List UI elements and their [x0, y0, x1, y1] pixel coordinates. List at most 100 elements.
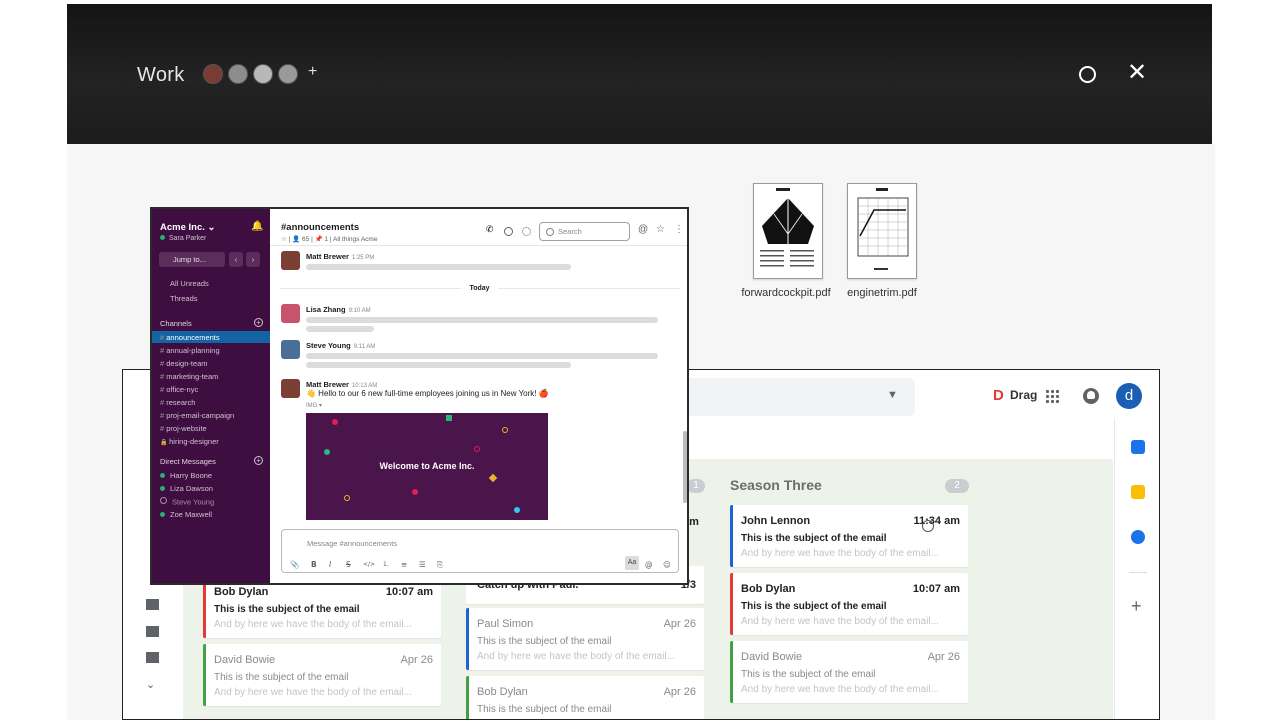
email-card[interactable]: David Bowie Apr 26 This is the subject of … [730, 641, 968, 703]
channels-section-title[interactable]: Channels [160, 319, 192, 328]
user-avatar[interactable]: d [1116, 383, 1142, 409]
bell-icon[interactable]: 🔔 [251, 221, 263, 232]
channel-title[interactable]: #announcements [281, 222, 359, 233]
mention-button[interactable]: @ [645, 560, 653, 569]
info-icon[interactable] [504, 227, 513, 236]
message-author[interactable]: Matt Brewer 10:13 AM [306, 380, 377, 389]
back-arrow-icon[interactable]: ‹ [229, 252, 243, 267]
sidebar-item-channel[interactable]: annual-planning [160, 346, 219, 355]
divider [270, 245, 687, 246]
sidebar-item-channel[interactable]: proj-email-campaign [160, 411, 234, 420]
bold-button[interactable]: B [311, 560, 317, 569]
italic-button[interactable]: I [329, 560, 331, 569]
close-icon[interactable]: ✕ [1127, 60, 1147, 84]
chevron-down-icon[interactable]: ▼ [887, 389, 898, 401]
pdf-file-icon[interactable] [847, 183, 917, 279]
sidebar-item-dm[interactable]: Steve Young [160, 497, 214, 507]
mail-search-bar[interactable] [689, 378, 915, 416]
email-card[interactable]: Bob Dylan Apr 26 This is the subject of th… [466, 676, 704, 719]
sidebar-item-threads[interactable]: Threads [160, 294, 198, 303]
strike-button[interactable]: S [346, 560, 351, 569]
pdf-file-name[interactable]: enginetrim.pdf [834, 287, 930, 300]
sidebar-item-channel[interactable]: office-nyc [160, 385, 198, 394]
add-channel-icon[interactable]: + [254, 318, 263, 327]
pdf-file-name[interactable]: forwardcockpit.pdf [738, 287, 834, 300]
jump-to-button[interactable]: Jump to... [159, 252, 225, 267]
sidebar-item-channel[interactable]: design-team [160, 359, 207, 368]
column-count-badge: 1 [687, 479, 705, 493]
avatar[interactable] [281, 304, 300, 323]
member-avatar[interactable] [253, 64, 273, 84]
email-sender: Paul Simon [477, 618, 534, 630]
ordered-list-button[interactable]: 1. [383, 561, 389, 568]
image-label[interactable]: IMG ▾ [306, 402, 322, 409]
forward-arrow-icon[interactable]: › [246, 252, 260, 267]
pdf-file-icon[interactable] [753, 183, 823, 279]
composer-placeholder[interactable]: Message #announcements [307, 539, 397, 548]
email-card[interactable]: David Bowie Apr 26 This is the subject of … [203, 644, 441, 706]
link-button[interactable]: ⎘ [437, 560, 443, 570]
mention-icon[interactable]: @ [638, 224, 648, 235]
keep-icon[interactable] [1131, 485, 1145, 499]
sidebar-item-dm[interactable]: Zoe Maxwell [160, 510, 212, 519]
tasks-icon[interactable] [1131, 530, 1145, 544]
chevron-down-icon[interactable]: ⌄ [208, 222, 216, 233]
direct-messages-title[interactable]: Direct Messages [160, 457, 216, 466]
avatar[interactable] [281, 340, 300, 359]
add-icon[interactable]: + [1131, 596, 1142, 617]
message-image[interactable]: Welcome to Acme Inc. [306, 413, 548, 520]
email-subject: This is the subject of the email [741, 533, 887, 544]
email-sender: Bob Dylan [214, 586, 269, 598]
message-author[interactable]: Steve Young 9:11 AM [306, 341, 375, 350]
sidebar-item-all-unreads[interactable]: All Unreads [160, 279, 209, 288]
email-card[interactable]: John Lennon 11:34 am This is the subject o… [730, 505, 968, 567]
confetti [474, 446, 480, 452]
more-icon[interactable]: ⋮ [674, 224, 684, 235]
sidebar-item-channel[interactable]: proj-website [160, 424, 206, 433]
chevron-down-icon[interactable]: ⌄ [146, 678, 159, 691]
search-input[interactable]: Search [539, 222, 630, 241]
bullet-list-button[interactable]: ≡ [401, 560, 407, 569]
scrollbar[interactable] [683, 431, 687, 503]
message-composer[interactable]: Message #announcements 📎 B I S </> 1. ≡ … [281, 529, 679, 573]
avatar[interactable] [281, 251, 300, 270]
sidebar-item-channel[interactable]: research [160, 398, 195, 407]
message-placeholder [306, 326, 374, 332]
message-author[interactable]: Matt Brewer 1:25 PM [306, 252, 374, 261]
workspace-name[interactable]: Acme Inc. ⌄ [160, 222, 216, 233]
sidebar-item-channel[interactable]: announcements [160, 333, 219, 342]
sidebar-item-private-channel[interactable]: hiring-designer [160, 437, 219, 446]
email-card[interactable]: Bob Dylan 10:07 am This is the subject of … [203, 576, 441, 638]
calendar-icon[interactable] [1131, 440, 1145, 454]
apps-grid-icon[interactable] [1045, 389, 1059, 403]
phone-icon[interactable]: ✆ [486, 224, 494, 234]
avatar[interactable] [281, 379, 300, 398]
member-avatar[interactable] [203, 64, 223, 84]
sidebar-item-dm[interactable]: Harry Boone [160, 471, 212, 480]
email-card[interactable]: Paul Simon Apr 26 This is the subject of t… [466, 608, 704, 670]
emoji-button[interactable]: ☺ [663, 560, 671, 569]
format-toggle-button[interactable]: Aa [625, 556, 639, 570]
label-icon[interactable] [146, 626, 159, 637]
member-avatar[interactable] [228, 64, 248, 84]
email-preview: And by here we have the body of the emai… [741, 548, 939, 559]
add-member-button[interactable]: + [308, 63, 317, 81]
sidebar-item-dm[interactable]: Liza Dawson [160, 484, 213, 493]
attach-icon[interactable]: 📎 [290, 560, 299, 569]
add-dm-icon[interactable]: + [254, 456, 263, 465]
email-time: Apr 26 [927, 651, 960, 663]
file-icon[interactable] [146, 599, 159, 610]
circle-icon[interactable] [1079, 66, 1096, 83]
gear-icon[interactable] [522, 227, 531, 236]
email-card[interactable]: Bob Dylan 10:07 am This is the subject of … [730, 573, 968, 635]
column-title: Season Three [730, 477, 822, 493]
notification-bell-icon[interactable] [1083, 388, 1099, 404]
message-author[interactable]: Lisa Zhang 9:10 AM [306, 305, 371, 314]
label-icon[interactable] [146, 652, 159, 663]
sidebar-item-channel[interactable]: marketing-team [160, 372, 218, 381]
star-icon[interactable]: ☆ [656, 224, 665, 235]
list-button[interactable]: ☰ [419, 560, 426, 569]
member-avatar[interactable] [278, 64, 298, 84]
email-sender: John Lennon [741, 515, 811, 527]
code-button[interactable]: </> [363, 561, 375, 568]
